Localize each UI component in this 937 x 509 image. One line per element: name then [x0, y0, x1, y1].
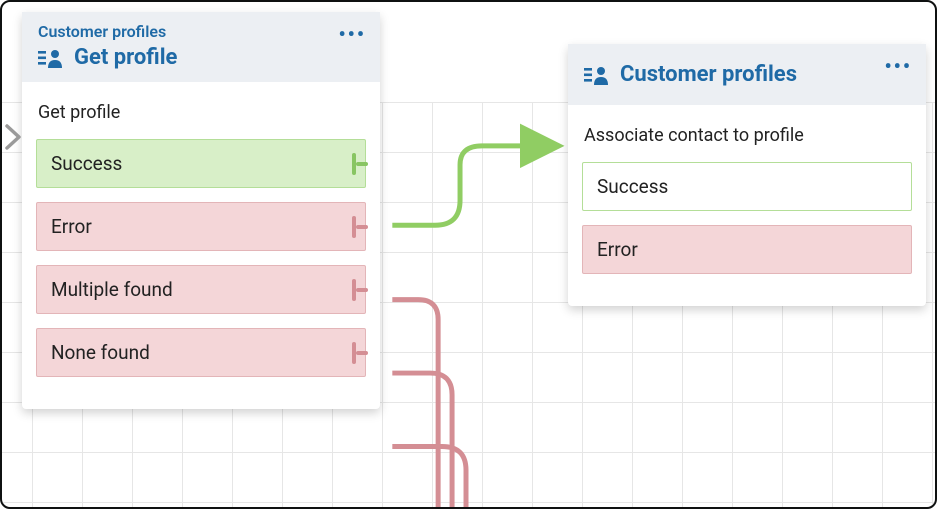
output-port-icon[interactable] [352, 339, 366, 367]
block-body: Associate contact to profile Success Err… [568, 105, 926, 306]
outcome-label: Success [597, 175, 668, 198]
outcome-label: Error [597, 238, 638, 261]
outcome-label: None found [51, 341, 150, 364]
outcome-error[interactable]: Error [582, 225, 912, 274]
block-header[interactable]: Customer profiles ••• Get profile [22, 12, 380, 82]
flow-canvas[interactable]: Customer profiles ••• Get profile [0, 0, 937, 509]
customer-profiles-icon [584, 65, 610, 85]
block-get-profile[interactable]: Customer profiles ••• Get profile [22, 12, 380, 409]
outcome-none-found[interactable]: None found [36, 328, 366, 377]
block-category-label: Customer profiles [38, 22, 364, 41]
outcome-success[interactable]: Success [36, 139, 366, 188]
more-options-icon[interactable]: ••• [884, 54, 912, 78]
outcome-label: Multiple found [51, 278, 173, 301]
more-options-icon[interactable]: ••• [338, 22, 366, 46]
outcome-success[interactable]: Success [582, 162, 912, 211]
block-title: Customer profiles [620, 62, 797, 87]
block-action-label: Associate contact to profile [584, 125, 910, 146]
output-port-icon[interactable] [352, 213, 366, 241]
outcome-label: Error [51, 215, 92, 238]
outcome-error[interactable]: Error [36, 202, 366, 251]
block-body: Get profile Success Error Multiple found… [22, 82, 380, 409]
output-port-icon[interactable] [352, 150, 366, 178]
block-customer-profiles[interactable]: ••• Customer profiles Associate contact … [568, 44, 926, 306]
block-action-label: Get profile [38, 102, 364, 123]
block-header[interactable]: ••• Customer profiles [568, 44, 926, 105]
outcome-multiple-found[interactable]: Multiple found [36, 265, 366, 314]
outcome-label: Success [51, 152, 122, 175]
output-port-icon[interactable] [352, 276, 366, 304]
block-title: Get profile [74, 45, 177, 70]
customer-profiles-icon [38, 48, 64, 68]
block-entry-port-icon[interactable] [5, 124, 23, 154]
